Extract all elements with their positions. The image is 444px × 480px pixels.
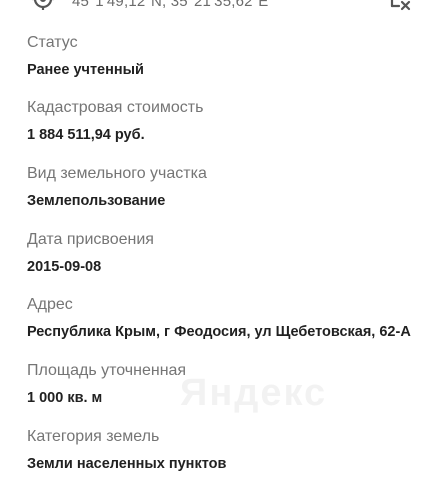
field-value: Землепользование: [27, 193, 166, 209]
field-label: Дата присвоения: [27, 231, 154, 248]
field-value: Земли населенных пунктов: [27, 456, 227, 472]
field-value: Ранее учтенный: [27, 62, 144, 78]
location-pin-icon[interactable]: [30, 0, 56, 12]
location-header: 45°1'49,12"N, 35°21'35,62"E: [0, 0, 444, 22]
field-label: Вид земельного участка: [27, 165, 207, 182]
field-label: Кадастровая стоимость: [27, 99, 204, 116]
clear-location-icon[interactable]: [388, 0, 414, 16]
field-value: Республика Крым, г Феодосия, ул Щебетовс…: [27, 324, 411, 340]
field-value: 1 000 кв. м: [27, 390, 103, 406]
field-label: Категория земель: [27, 428, 160, 445]
field-label: Статус: [27, 34, 78, 51]
coordinates-text: 45°1'49,12"N, 35°21'35,62"E: [72, 0, 269, 10]
field-label: Адрес: [27, 296, 73, 313]
field-value: 2015-09-08: [27, 259, 102, 275]
field-value: 1 884 511,94 руб.: [27, 127, 145, 143]
field-label: Площадь уточненная: [27, 362, 187, 379]
watermark-logo: Яндекс: [180, 372, 328, 414]
